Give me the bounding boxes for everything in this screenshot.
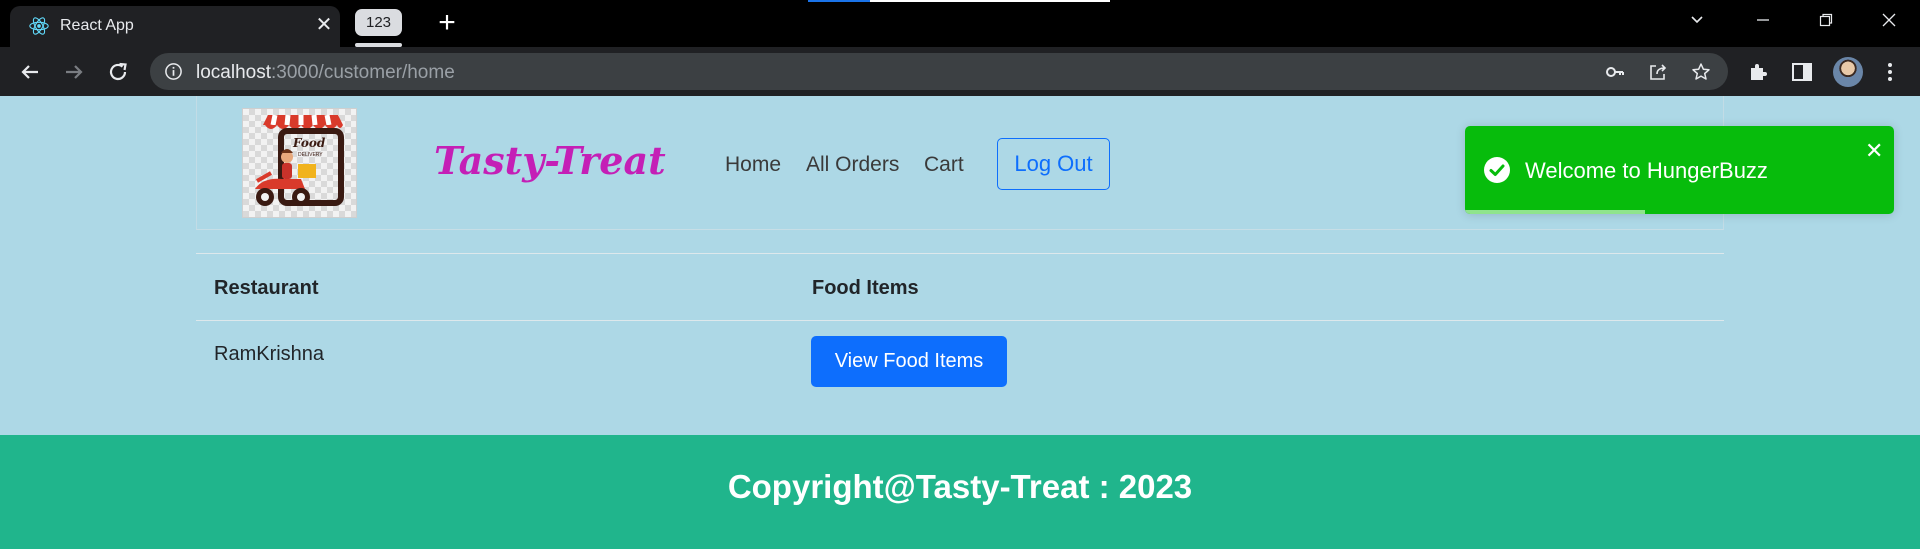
tab-title: React App: [60, 17, 134, 34]
svg-text:Food: Food: [292, 136, 326, 150]
food-delivery-logo[interactable]: Food DELIVERY: [242, 108, 357, 218]
food-delivery-logo-art: Food DELIVERY: [255, 114, 344, 206]
bookmark-star-icon[interactable]: [1691, 62, 1711, 82]
url-host: localhost: [196, 62, 271, 83]
view-food-items-button[interactable]: View Food Items: [811, 336, 1007, 387]
share-icon[interactable]: [1648, 62, 1668, 82]
toast-message: Welcome to HungerBuzz: [1525, 158, 1768, 183]
column-header-restaurant: Restaurant: [214, 277, 319, 299]
toast-progress-track: [1465, 210, 1894, 214]
toast-close-icon[interactable]: ✕: [1865, 140, 1883, 162]
brand-title[interactable]: Tasty-Treat: [434, 138, 666, 183]
window-close-icon[interactable]: [1864, 0, 1914, 40]
restore-icon[interactable]: [1801, 0, 1851, 40]
footer-copyright: Copyright@Tasty-Treat : 2023: [727, 468, 1193, 505]
site-info-icon[interactable]: [164, 62, 183, 81]
window-top-strip-accent: [808, 0, 870, 2]
more-menu-icon[interactable]: [1878, 60, 1902, 84]
back-arrow-icon[interactable]: [16, 58, 44, 86]
key-icon[interactable]: [1605, 62, 1625, 82]
tab-close-icon[interactable]: ✕: [310, 11, 338, 39]
extensions-puzzle-icon[interactable]: [1746, 60, 1770, 84]
nav-link-all-orders[interactable]: All Orders: [806, 153, 899, 177]
browser-tab-strip: React App ✕ 123 +: [0, 0, 1920, 47]
browser-tab-active[interactable]: React App ✕: [10, 6, 340, 47]
url-path: :3000/customer/home: [271, 62, 455, 83]
tab-search-chevron-icon[interactable]: [1672, 0, 1722, 40]
nav-link-cart[interactable]: Cart: [924, 153, 964, 177]
address-bar[interactable]: localhost:3000/customer/home: [150, 53, 1728, 90]
logout-button[interactable]: Log Out: [997, 138, 1110, 190]
minimize-icon[interactable]: [1738, 0, 1788, 40]
toast-progress-bar: [1465, 210, 1646, 214]
nav-link-home[interactable]: Home: [725, 153, 781, 177]
column-header-food-items: Food Items: [812, 277, 919, 299]
table-header-divider: [196, 320, 1724, 321]
forward-arrow-icon[interactable]: [60, 58, 88, 86]
svg-text:DELIVERY: DELIVERY: [298, 152, 323, 158]
react-logo-icon: [29, 17, 49, 35]
check-circle-icon: [1484, 157, 1510, 183]
browser-toolbar: localhost:3000/customer/home: [0, 47, 1920, 96]
welcome-toast[interactable]: Welcome to HungerBuzz ✕: [1465, 126, 1894, 214]
new-tab-button[interactable]: +: [430, 7, 464, 41]
restaurant-name: RamKrishna: [214, 343, 325, 365]
table-top-border: [196, 253, 1724, 254]
tab-group-chip[interactable]: 123: [355, 9, 402, 36]
page-footer: Copyright@Tasty-Treat : 2023: [0, 435, 1920, 549]
url-text[interactable]: localhost:3000/customer/home: [196, 62, 455, 84]
profile-avatar[interactable]: [1833, 57, 1863, 87]
reload-icon[interactable]: [104, 58, 132, 86]
side-panel-icon[interactable]: [1790, 60, 1814, 84]
page-bottom-edge: [0, 549, 1920, 553]
